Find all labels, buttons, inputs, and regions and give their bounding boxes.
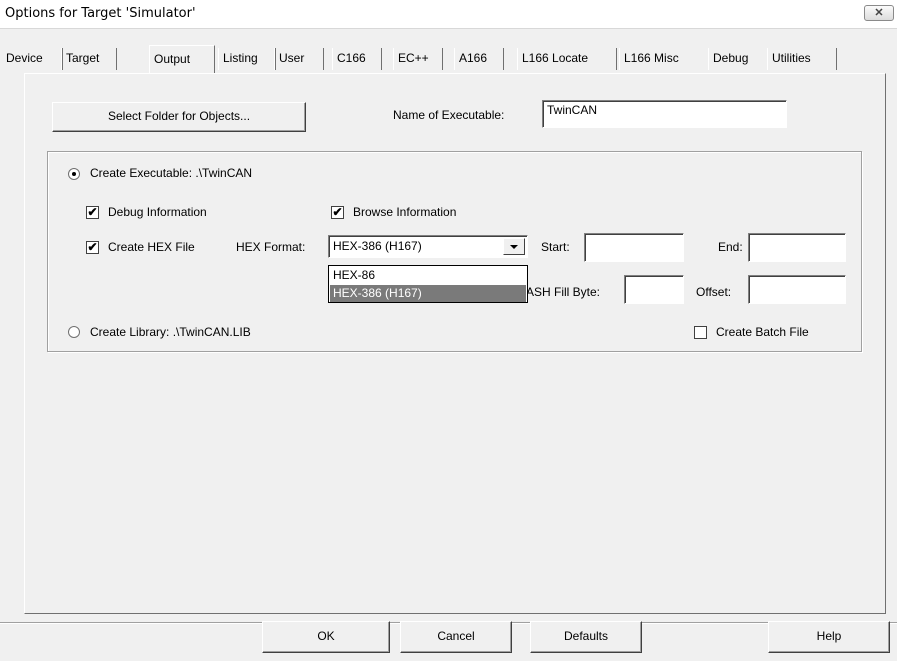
debug-info-checkbox[interactable]: ✔ <box>86 206 99 219</box>
tab-c166[interactable]: C166 <box>332 48 382 70</box>
start-label: Start: <box>541 240 570 254</box>
title-bar: Options for Target 'Simulator' ✕ <box>0 0 897 29</box>
defaults-button[interactable]: Defaults <box>530 621 642 653</box>
tab-ecpp[interactable]: EC++ <box>393 48 443 70</box>
create-hex-checkbox[interactable]: ✔ <box>86 241 99 254</box>
tab-output[interactable]: Output <box>149 45 215 73</box>
window-title: Options for Target 'Simulator' <box>5 6 196 21</box>
tab-debug[interactable]: Debug <box>708 48 768 70</box>
select-folder-button[interactable]: Select Folder for Objects... <box>52 102 306 132</box>
tab-a166[interactable]: A166 <box>454 48 504 70</box>
debug-info-label: Debug Information <box>108 205 207 219</box>
tab-l166-locate[interactable]: L166 Locate <box>517 48 617 70</box>
browse-info-label: Browse Information <box>353 205 457 219</box>
close-button[interactable]: ✕ <box>864 5 894 21</box>
create-batch-checkbox[interactable] <box>694 326 707 339</box>
name-of-executable-input[interactable]: TwinCAN <box>542 100 787 128</box>
close-icon: ✕ <box>874 7 884 19</box>
name-of-executable-label: Name of Executable: <box>393 108 505 122</box>
tab-user[interactable]: User <box>274 48 324 70</box>
hex-format-dropdown-list: HEX-86 HEX-386 (H167) <box>328 265 528 303</box>
cancel-button[interactable]: Cancel <box>400 621 512 653</box>
create-hex-label: Create HEX File <box>108 240 195 254</box>
chevron-down-icon <box>510 245 518 249</box>
end-input[interactable] <box>748 233 846 262</box>
radio-selected-dot <box>72 172 76 176</box>
tab-listing[interactable]: Listing <box>218 48 276 70</box>
flash-fill-input[interactable] <box>624 275 684 304</box>
dropdown-arrow-button[interactable] <box>503 238 525 255</box>
dropdown-option-hex86[interactable]: HEX-86 <box>330 267 526 284</box>
create-library-label: Create Library: .\TwinCAN.LIB <box>90 325 251 339</box>
end-label: End: <box>718 240 743 254</box>
flash-fill-label: ASH Fill Byte: <box>526 285 601 299</box>
create-executable-radio[interactable] <box>68 168 80 180</box>
start-input[interactable] <box>584 233 684 262</box>
browse-info-checkbox[interactable]: ✔ <box>331 206 344 219</box>
tab-l166-misc[interactable]: L166 Misc <box>619 48 709 70</box>
tab-target[interactable]: Target <box>61 48 117 70</box>
offset-input[interactable] <box>748 275 846 304</box>
dropdown-option-hex386[interactable]: HEX-386 (H167) <box>330 285 526 302</box>
create-library-radio[interactable] <box>68 326 80 338</box>
hex-format-label: HEX Format: <box>236 240 306 254</box>
help-button[interactable]: Help <box>768 621 890 653</box>
hex-format-select[interactable]: HEX-386 (H167) <box>328 235 528 258</box>
ok-button[interactable]: OK <box>262 621 390 653</box>
tab-device[interactable]: Device <box>2 48 63 70</box>
hex-format-value: HEX-386 (H167) <box>333 239 422 253</box>
offset-label: Offset: <box>696 285 732 299</box>
create-batch-label: Create Batch File <box>716 325 809 339</box>
tab-utilities[interactable]: Utilities <box>767 48 837 70</box>
create-executable-label: Create Executable: .\TwinCAN <box>90 166 253 180</box>
